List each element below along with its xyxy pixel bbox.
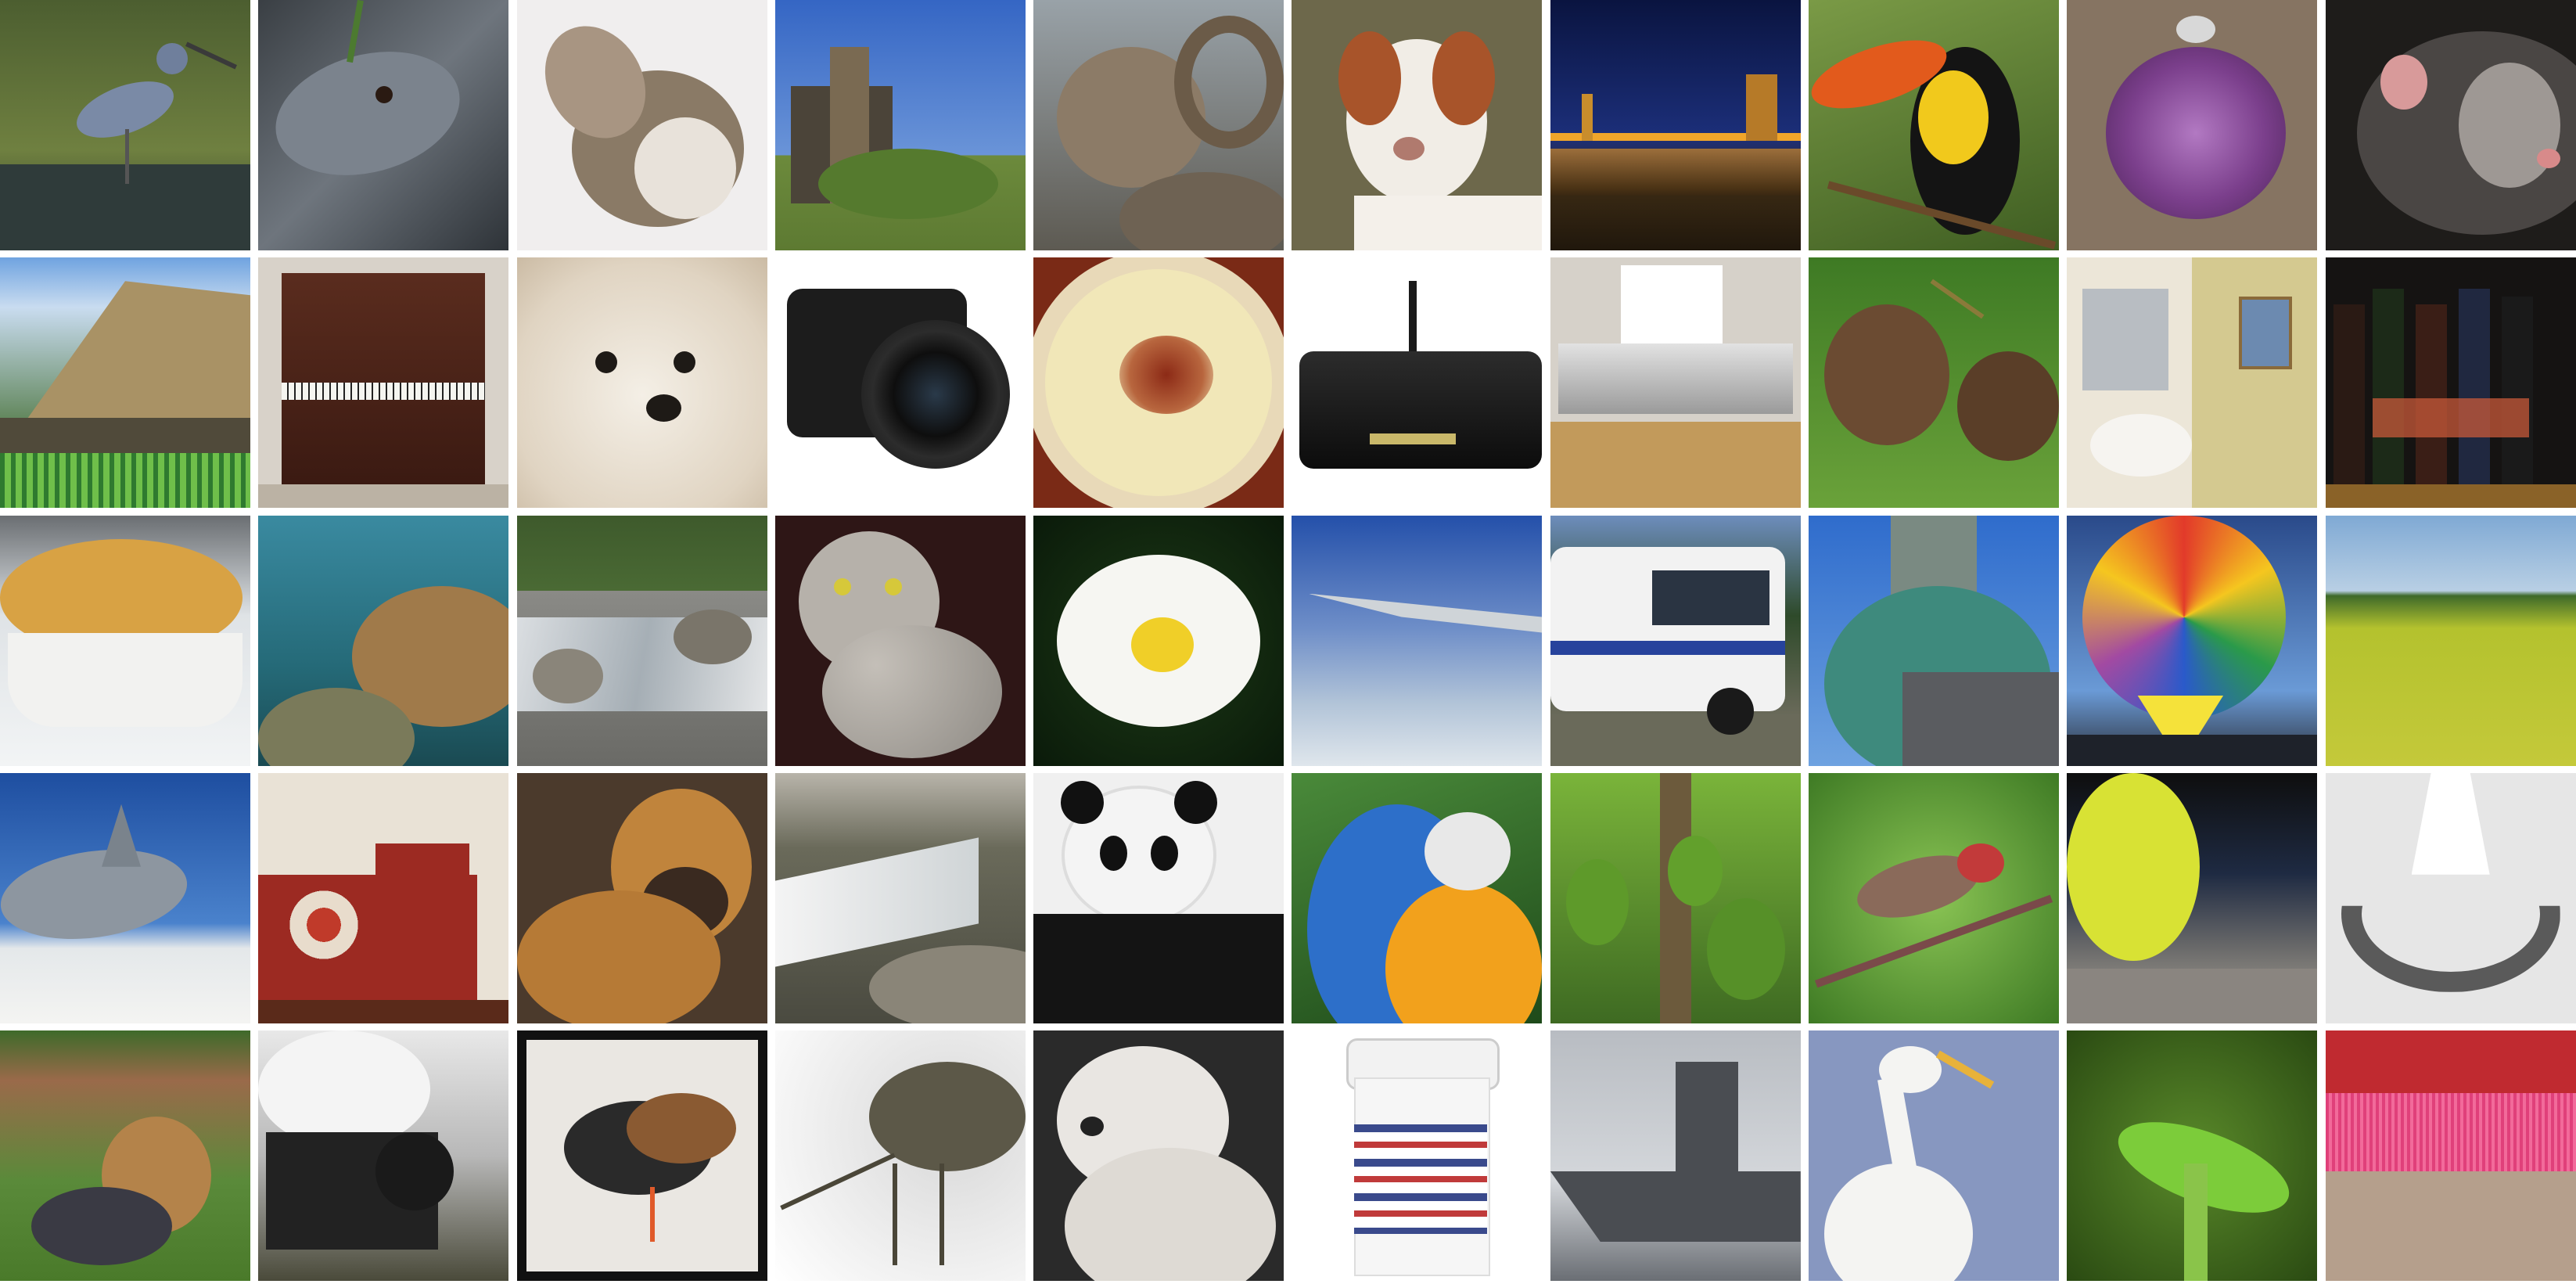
tile-macaw (1292, 772, 1543, 1023)
tile-piano (258, 257, 509, 509)
tile-aircraft-carrier (1550, 1030, 1801, 1281)
tile-snake (258, 0, 509, 250)
tile-wolf (516, 0, 767, 250)
tile-spotted-cat (774, 515, 1026, 766)
tile-egret (1809, 1030, 2060, 1281)
tile-bottles (2325, 257, 2576, 509)
tile-boxer-dog (516, 772, 767, 1023)
tile-jackfruit (1550, 772, 1801, 1023)
tile-locomotive (258, 1030, 509, 1281)
tile-yorkie (0, 1030, 250, 1281)
tile-turnstone (516, 1030, 767, 1281)
tile-dam-waterfall (774, 772, 1026, 1023)
tile-camper-van (1550, 515, 1801, 766)
tile-shark (0, 772, 250, 1023)
tile-tennis-ball (2067, 772, 2318, 1023)
tile-bridge-night (1550, 0, 1801, 250)
tile-ram (1033, 0, 1284, 250)
tile-bedroom (258, 772, 509, 1023)
tile-maltese (516, 257, 767, 509)
tile-stream (516, 515, 767, 766)
tile-house-finch (1809, 772, 2060, 1023)
tile-dome (1809, 515, 2060, 766)
tile-white-terrier (1033, 1030, 1284, 1281)
tile-broom (2325, 1030, 2576, 1281)
tile-heron (0, 0, 250, 250)
tile-router (1292, 257, 1543, 509)
tile-necklace (2325, 772, 2576, 1023)
tile-printer (1550, 257, 1801, 509)
tile-coral-reef (258, 515, 509, 766)
tile-anole-lizard (2067, 1030, 2318, 1281)
tile-pill-bottle (1292, 1030, 1543, 1281)
tile-castle (774, 0, 1026, 250)
tile-urchin (2067, 0, 2318, 250)
tile-airplane-wing (1292, 515, 1543, 766)
image-sample-grid (0, 0, 2576, 1284)
tile-panda (1033, 772, 1284, 1023)
tile-pot-pie (0, 515, 250, 766)
tile-bathroom (2067, 257, 2318, 509)
tile-hot-air-balloon (2067, 515, 2318, 766)
tile-camera (774, 257, 1026, 509)
tile-spaniel (1292, 0, 1543, 250)
tile-weevil (774, 1030, 1026, 1281)
tile-soup-bowl (1033, 257, 1284, 509)
tile-ferret (2325, 0, 2576, 250)
tile-daisy (1033, 515, 1284, 766)
tile-toucan (1809, 0, 2060, 250)
tile-canola-field (2325, 515, 2576, 766)
tile-thatched-house (0, 257, 250, 509)
tile-limpkins (1809, 257, 2060, 509)
